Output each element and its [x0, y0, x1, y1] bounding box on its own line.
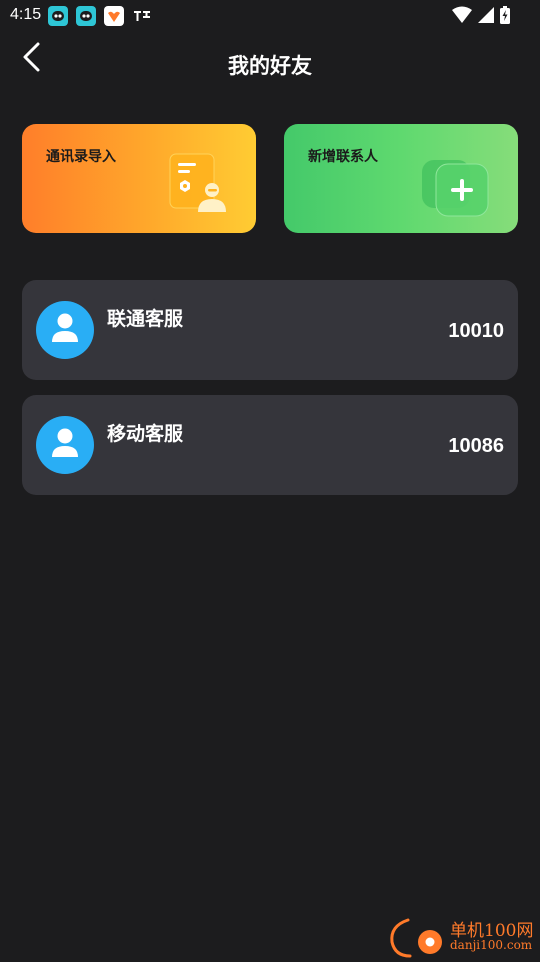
avatar — [36, 416, 94, 474]
watermark-url: danji100.com — [450, 938, 533, 952]
status-time: 4:15 — [10, 6, 42, 23]
signal-app-icon — [132, 6, 152, 26]
page-title: 我的好友 — [228, 54, 312, 78]
watermark-logo-icon — [386, 916, 446, 962]
contact-item[interactable]: 联通客服 10010 — [22, 280, 518, 380]
app-notification-icon — [104, 6, 124, 26]
app-notification-icon — [48, 6, 68, 26]
avatar — [36, 301, 94, 359]
contact-number: 10010 — [448, 320, 504, 342]
contact-name: 移动客服 — [107, 423, 184, 445]
status-bar: 4:15 — [0, 0, 540, 32]
contact-import-label: 通讯录导入 — [46, 149, 116, 165]
contact-item[interactable]: 移动客服 10086 — [22, 395, 518, 495]
contact-number: 10086 — [448, 435, 504, 457]
person-icon — [51, 313, 79, 347]
cell-signal-icon — [478, 6, 494, 28]
watermark: 单机100网 danji100.com — [386, 914, 536, 958]
wifi-icon — [452, 6, 472, 28]
add-contact-icon — [420, 152, 490, 222]
contact-import-card[interactable]: 通讯录导入 — [22, 124, 256, 233]
contact-name: 联通客服 — [107, 308, 184, 330]
battery-icon — [500, 6, 510, 28]
app-notification-icon — [76, 6, 96, 26]
person-icon — [51, 428, 79, 462]
add-contact-label: 新增联系人 — [308, 149, 378, 165]
add-contact-card[interactable]: 新增联系人 — [284, 124, 518, 233]
contact-import-icon — [168, 152, 228, 218]
